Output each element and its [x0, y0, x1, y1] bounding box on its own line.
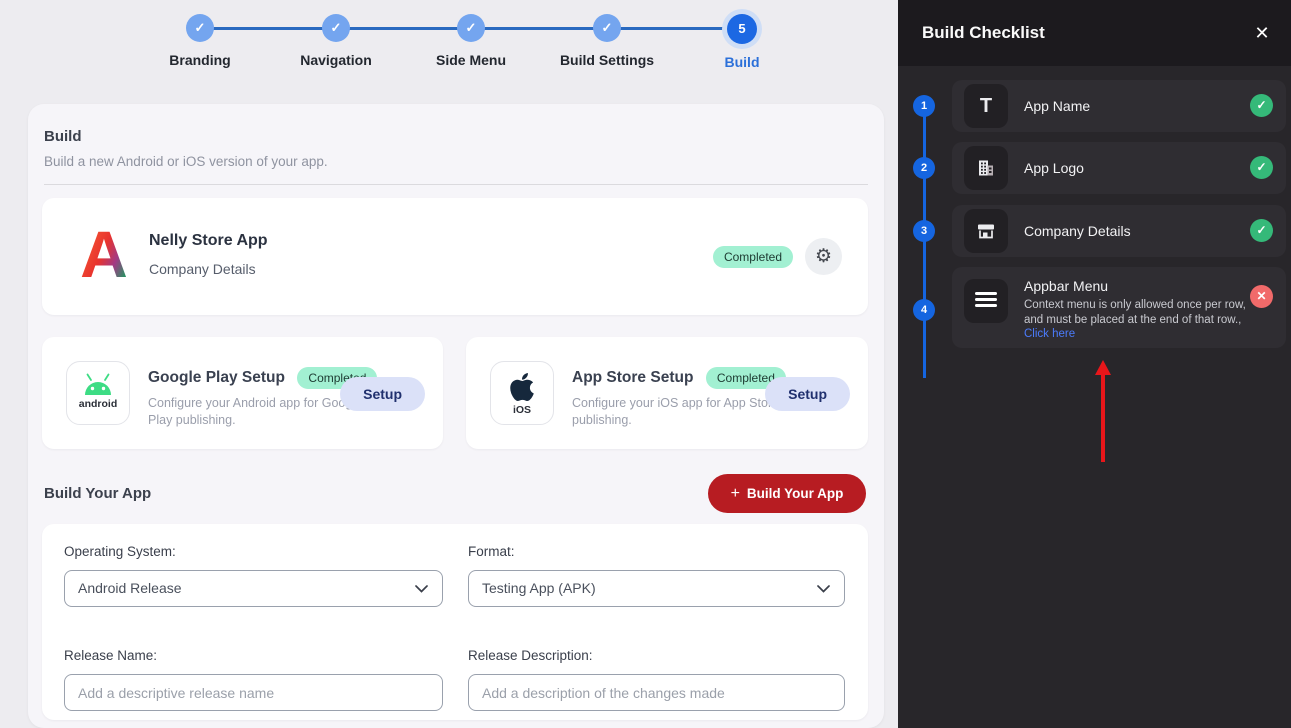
check-circle-icon: ✓: [1250, 94, 1273, 117]
check-circle-icon: ✓: [322, 14, 350, 42]
chevron-down-icon: [817, 585, 830, 593]
app-summary-card: A Nelly Store App Company Details Comple…: [42, 198, 868, 315]
app-store-setup-card: iOS App Store Setup Completed Configure …: [466, 337, 868, 449]
android-icon-caption: android: [78, 398, 118, 410]
build-your-app-heading: Build Your App: [44, 485, 152, 502]
release-name-input[interactable]: [64, 674, 443, 711]
build-your-app-button[interactable]: + Build Your App: [708, 474, 866, 513]
app-name: Nelly Store App: [149, 232, 268, 249]
app-store-setup-button[interactable]: Setup: [765, 377, 850, 411]
click-here-link[interactable]: Click here: [1024, 328, 1075, 340]
app-logo-icon: [964, 146, 1008, 190]
stepper-step-build[interactable]: 5 Build: [672, 14, 812, 70]
app-builder-screen: ✓ Branding ✓ Navigation ✓ Side Menu ✓ Bu…: [0, 0, 1291, 728]
checklist-item-app-name[interactable]: T App Name ✓: [952, 80, 1286, 132]
progress-stepper: ✓ Branding ✓ Navigation ✓ Side Menu ✓ Bu…: [0, 0, 898, 90]
apple-icon: iOS: [490, 361, 554, 425]
stepper-step-label: Build: [724, 54, 760, 70]
checklist-item-company-details[interactable]: Company Details ✓: [952, 205, 1286, 257]
android-icon: android: [66, 361, 130, 425]
check-circle-icon: ✓: [1250, 219, 1273, 242]
close-icon[interactable]: ✕: [1249, 20, 1275, 46]
stepper-step-branding[interactable]: ✓ Branding: [130, 14, 270, 68]
hamburger-menu-icon: [964, 279, 1008, 323]
stepper-step-label: Side Menu: [435, 52, 506, 68]
stepper-step-navigation[interactable]: ✓ Navigation: [266, 14, 406, 68]
build-section-subtitle: Build a new Android or iOS version of yo…: [44, 154, 328, 169]
checklist-step-number: 4: [913, 299, 935, 321]
checklist-error-message: Context menu is only allowed once per ro…: [1024, 299, 1246, 326]
text-icon: T: [964, 84, 1008, 128]
format-value: Testing App (APK): [482, 580, 596, 596]
stepper-step-label: Branding: [169, 52, 231, 68]
chevron-down-icon: [415, 585, 428, 593]
store-card-description: Configure your iOS app for App Store pub…: [572, 396, 780, 427]
main-content-area: ✓ Branding ✓ Navigation ✓ Side Menu ✓ Bu…: [0, 0, 898, 728]
build-section-card: Build Build a new Android or iOS version…: [28, 104, 884, 728]
build-your-app-button-label: Build Your App: [746, 485, 844, 501]
check-circle-icon: ✓: [186, 14, 214, 42]
release-description-input[interactable]: [468, 674, 845, 711]
checklist-item-label: App Name: [1024, 98, 1091, 114]
store-card-title: Google Play Setup: [148, 369, 285, 386]
release-name-label: Release Name:: [64, 648, 158, 663]
operating-system-value: Android Release: [78, 580, 182, 596]
error-circle-icon: ✕: [1250, 285, 1273, 308]
active-step-number: 5: [727, 14, 757, 44]
checklist-item-appbar-menu[interactable]: Appbar Menu Context menu is only allowed…: [952, 267, 1286, 348]
app-logo: A: [69, 214, 139, 294]
divider: [44, 184, 868, 185]
build-form-card: Operating System: Format: Android Releas…: [42, 524, 868, 720]
red-arrow-annotation: [1095, 360, 1111, 462]
checklist-item-app-logo[interactable]: App Logo ✓: [952, 142, 1286, 194]
arrow-shaft: [1101, 372, 1105, 462]
check-circle-icon: ✓: [1250, 156, 1273, 179]
checklist-item-label: Appbar Menu: [1024, 278, 1109, 294]
stepper-step-side-menu[interactable]: ✓ Side Menu: [401, 14, 541, 68]
stepper-step-label: Navigation: [300, 52, 372, 68]
store-card-title: App Store Setup: [572, 369, 694, 386]
checklist-step-number: 2: [913, 157, 935, 179]
checklist-step-number: 3: [913, 220, 935, 242]
google-play-setup-card: android Google Play Setup Completed Conf…: [42, 337, 443, 449]
storefront-icon: [964, 209, 1008, 253]
build-section-title: Build: [44, 128, 82, 145]
format-select[interactable]: Testing App (APK): [468, 570, 845, 607]
stepper-step-label: Build Settings: [559, 52, 655, 68]
store-card-description: Configure your Android app for Google Pl…: [148, 396, 363, 427]
format-label: Format:: [468, 544, 515, 559]
gear-icon[interactable]: ⚙: [805, 238, 842, 275]
checklist-item-label: App Logo: [1024, 160, 1084, 176]
stepper-step-build-settings[interactable]: ✓ Build Settings: [537, 14, 677, 68]
operating-system-label: Operating System:: [64, 544, 176, 559]
checklist-header: Build Checklist ✕: [898, 0, 1291, 66]
status-badge: Completed: [712, 246, 793, 268]
release-description-label: Release Description:: [468, 648, 593, 663]
check-circle-icon: ✓: [457, 14, 485, 42]
app-subtitle: Company Details: [149, 261, 256, 277]
operating-system-select[interactable]: Android Release: [64, 570, 443, 607]
checklist-timeline-line: [923, 106, 926, 378]
checklist-item-label: Company Details: [1024, 223, 1131, 239]
google-play-setup-button[interactable]: Setup: [340, 377, 425, 411]
ios-icon-caption: iOS: [512, 404, 532, 416]
plus-icon: +: [730, 484, 740, 502]
check-circle-icon: ✓: [593, 14, 621, 42]
build-checklist-panel: Build Checklist ✕ 1 2 3 4 T App Name ✓ A…: [898, 0, 1291, 728]
checklist-title: Build Checklist: [922, 23, 1045, 42]
checklist-step-number: 1: [913, 95, 935, 117]
